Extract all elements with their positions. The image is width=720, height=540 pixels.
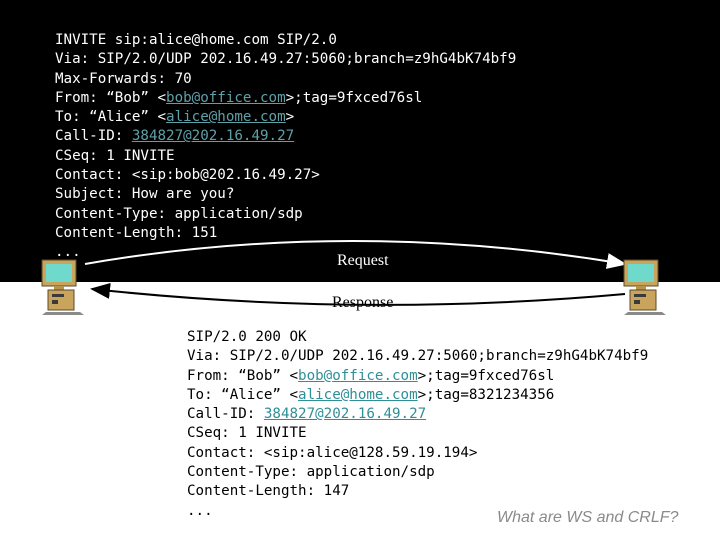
header-text: To: “Alice” < [187,386,299,403]
request-label: Request [337,252,389,269]
header-line: Content-Length: 151 [55,224,218,241]
footer-question: What are WS and CRLF? [497,509,679,526]
header-line: Call-ID: 384827@202.16.49.27 [55,127,516,146]
header-line: From: “Bob” <bob@office.com>;tag=9fxced7… [55,89,516,108]
header-line: INVITE sip:alice@home.com SIP/2.0 [55,32,337,48]
header-line: From: “Bob” <bob@office.com>;tag=9fxced7… [187,367,648,386]
header-line: CSeq: 1 INVITE [55,147,175,164]
header-text: From: “Bob” < [55,89,167,106]
header-line: Via: SIP/2.0/UDP 202.16.49.27:5060;branc… [187,348,649,365]
header-line: Contact: <sip:bob@202.16.49.27> [55,167,320,184]
callee-computer-icon [622,256,672,316]
header-line: SIP/2.0 200 OK [187,329,307,345]
header-text: >;tag=9fxced76sl [417,367,555,384]
header-text: > [285,109,295,126]
header-line: Max-Forwards: 70 [55,70,192,87]
header-text: >;tag=9fxced76sl [285,89,423,106]
header-text: To: “Alice” < [55,109,167,126]
header-line: ... [55,244,81,261]
header-link[interactable]: alice@home.com [298,387,418,403]
header-line: To: “Alice” <alice@home.com>;tag=8321234… [187,386,648,405]
header-line: Content-Type: application/sdp [187,464,435,481]
header-line: Content-Length: 147 [187,483,350,500]
header-line: Via: SIP/2.0/UDP 202.16.49.27:5060;branc… [55,51,517,68]
header-line: Subject: How are you? [55,186,235,203]
header-line: Contact: <sip:alice@128.59.19.194> [187,444,478,461]
header-text: Call-ID: [187,406,264,423]
header-link[interactable]: bob@office.com [166,90,286,106]
header-text: From: “Bob” < [187,367,299,384]
header-link[interactable]: 384827@202.16.49.27 [264,406,426,422]
response-label: Response [332,294,394,311]
header-link[interactable]: alice@home.com [166,109,286,125]
sip-invite-request-message: INVITE sip:alice@home.com SIP/2.0 Via: SI… [55,31,516,263]
header-text: Call-ID: [55,128,132,145]
header-link[interactable]: 384827@202.16.49.27 [132,128,294,144]
header-text: >;tag=8321234356 [417,386,555,403]
sip-200-ok-response-message: SIP/2.0 200 OK Via: SIP/2.0/UDP 202.16.49… [187,328,648,521]
caller-computer-icon [40,256,90,316]
header-link[interactable]: bob@office.com [298,368,418,384]
header-line: Call-ID: 384827@202.16.49.27 [187,405,648,424]
header-line: CSeq: 1 INVITE [187,425,307,442]
header-line: Content-Type: application/sdp [55,205,303,222]
header-line: To: “Alice” <alice@home.com> [55,108,516,127]
